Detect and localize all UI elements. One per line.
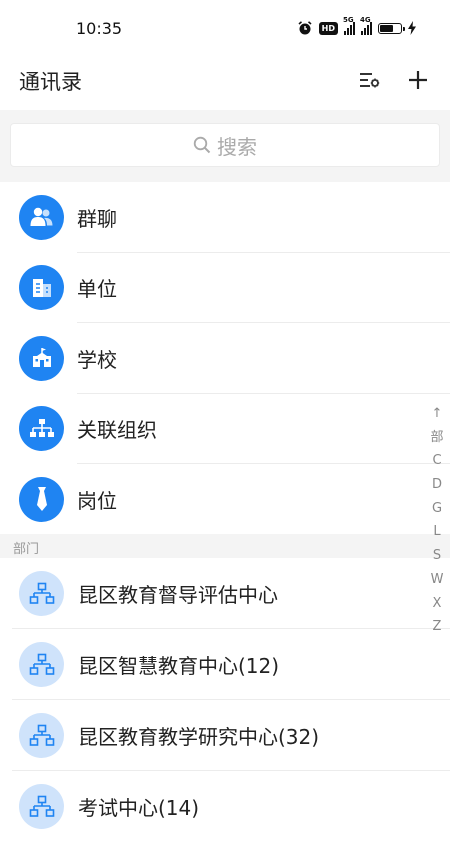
menu-item-position[interactable]: 岗位 (0, 464, 450, 535)
alphabet-index-bar[interactable]: ↑ 部 C D G L S W X Z (424, 402, 450, 639)
index-letter-d[interactable]: D (424, 473, 450, 497)
search-area: 搜索 (0, 110, 450, 182)
school-icon (19, 335, 64, 381)
app-header: 通讯录 (0, 56, 450, 110)
department-item[interactable]: 昆区教育教学研究中心(32) (0, 700, 450, 771)
charging-icon (408, 21, 416, 35)
status-bar: 10:35 HD 5G 4G (0, 0, 450, 56)
menu-item-unit[interactable]: 单位 (0, 253, 450, 323)
group-chat-icon (19, 194, 64, 240)
signal-4g-icon: 4G (360, 16, 372, 35)
index-letter-s[interactable]: S (424, 544, 450, 568)
search-input[interactable]: 搜索 (10, 123, 440, 167)
section-title: 部门 (13, 542, 40, 557)
org-chart-icon (19, 406, 64, 452)
index-letter-g[interactable]: G (424, 497, 450, 521)
signal-5g-icon: 5G (343, 16, 355, 35)
menu-item-label: 单位 (77, 277, 117, 302)
index-letter-z[interactable]: Z (424, 615, 450, 639)
index-letter-department[interactable]: 部 (424, 426, 450, 450)
org-chart-icon (19, 642, 64, 687)
filter-settings-icon (360, 73, 380, 88)
org-chart-icon (19, 784, 64, 829)
menu-item-school[interactable]: 学校 (0, 323, 450, 394)
index-letter-x[interactable]: X (424, 592, 450, 616)
department-item[interactable]: 昆区教育督导评估中心 (0, 558, 450, 629)
department-list: 昆区教育督导评估中心 昆区智慧教育中心(12) 昆区教育教学研究中心(32) 考… (0, 558, 450, 842)
menu-item-label: 关联组织 (77, 418, 157, 443)
building-icon (19, 265, 64, 311)
index-letter-c[interactable]: C (424, 449, 450, 473)
department-item[interactable]: 考试中心(14) (0, 771, 450, 842)
menu-item-label: 岗位 (77, 488, 117, 513)
org-chart-icon (19, 713, 64, 758)
department-item[interactable]: 昆区智慧教育中心(12) (0, 629, 450, 700)
index-letter-top[interactable]: ↑ (424, 402, 450, 426)
section-header-departments: 部门 (0, 534, 450, 558)
menu-item-label: 群聊 (77, 206, 117, 231)
status-icons: HD 5G 4G (297, 16, 416, 38)
tie-icon (19, 476, 64, 522)
search-placeholder: 搜索 (217, 134, 257, 159)
department-label: 昆区教育教学研究中心(32) (78, 725, 320, 749)
menu-item-group-chat[interactable]: 群聊 (0, 182, 450, 253)
alarm-icon (298, 21, 312, 35)
department-label: 考试中心(14) (78, 796, 200, 820)
menu-list: 群聊 单位 学校 关联组织 岗位 (0, 182, 450, 535)
status-time: 10:35 (76, 19, 123, 38)
hd-icon: HD (318, 21, 338, 35)
department-label: 昆区智慧教育中心(12) (78, 654, 280, 678)
menu-item-related-org[interactable]: 关联组织 (0, 394, 450, 464)
filter-settings-button[interactable] (356, 66, 384, 94)
search-icon (193, 136, 211, 154)
index-letter-w[interactable]: W (424, 568, 450, 592)
plus-icon (409, 71, 427, 89)
department-label: 昆区教育督导评估中心 (78, 583, 278, 607)
org-chart-icon (19, 571, 64, 616)
battery-icon (378, 22, 405, 34)
index-letter-l[interactable]: L (424, 520, 450, 544)
add-button[interactable] (404, 66, 432, 94)
page-title: 通讯录 (19, 70, 82, 94)
menu-item-label: 学校 (77, 347, 117, 372)
